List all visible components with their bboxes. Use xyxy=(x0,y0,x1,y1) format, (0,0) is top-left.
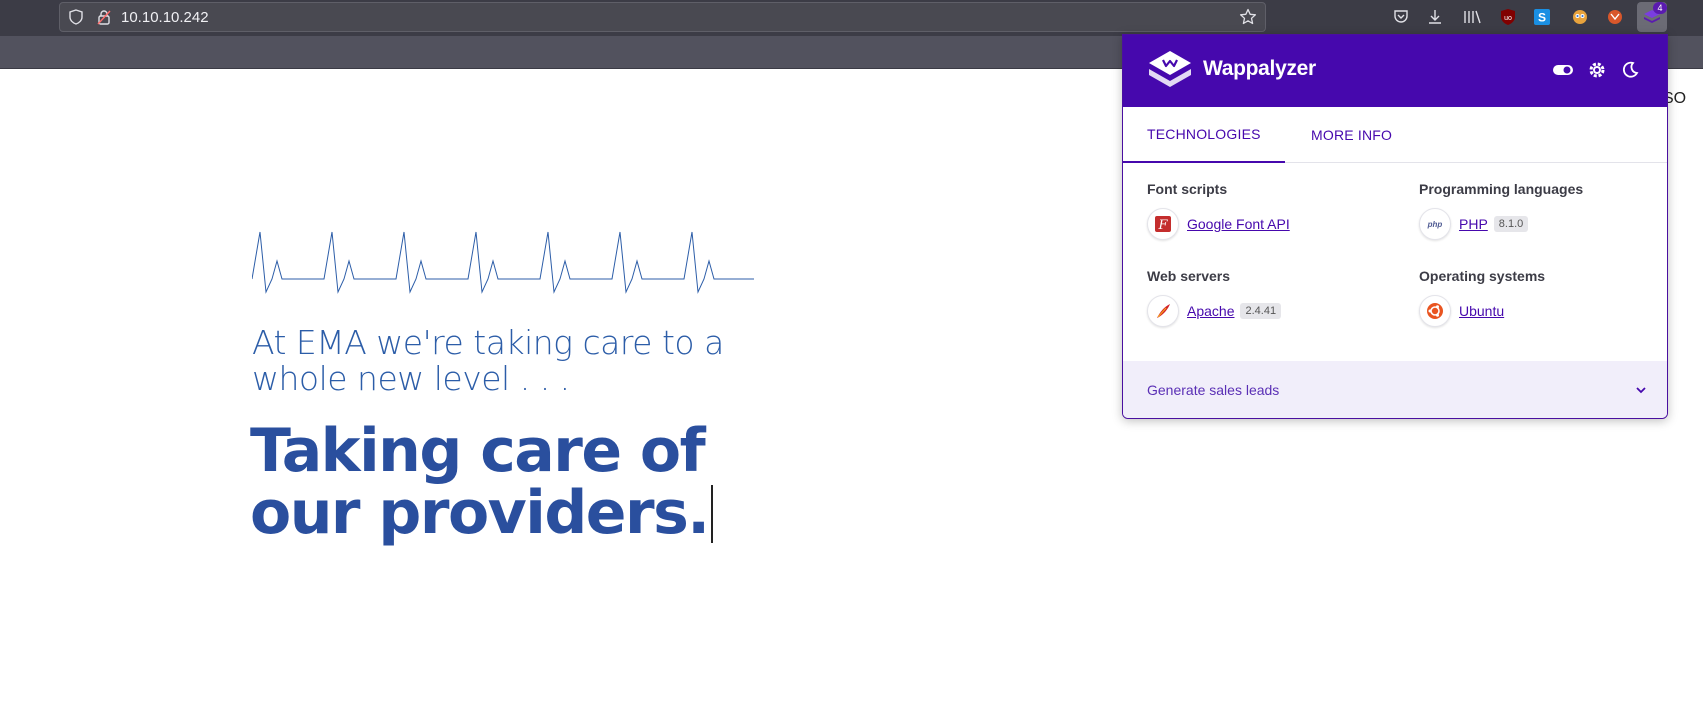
pocket-icon[interactable] xyxy=(1391,7,1411,27)
dark-mode-moon-icon[interactable] xyxy=(1619,59,1641,81)
headline-line-2-text: our providers. xyxy=(250,478,710,548)
category-title: Font scripts xyxy=(1147,181,1228,197)
ublock-origin-icon[interactable]: uo xyxy=(1498,7,1518,27)
svg-text:S: S xyxy=(1538,11,1546,25)
headline-line-1: Taking care of xyxy=(250,416,706,486)
user-agent-switcher-icon[interactable] xyxy=(1570,7,1590,27)
tagline: At EMA we're taking care to a whole new … xyxy=(252,323,724,398)
s-extension-icon[interactable]: S xyxy=(1532,7,1552,27)
svg-text:php: php xyxy=(1427,220,1443,229)
category-operating-systems: Operating systems Ubuntu xyxy=(1419,268,1667,327)
technology-item[interactable]: Ubuntu xyxy=(1419,295,1667,327)
typing-caret xyxy=(710,485,713,543)
technology-item[interactable]: F Google Font API xyxy=(1147,208,1397,240)
extension-badge: 4 xyxy=(1653,2,1667,14)
headline-line-2: our providers. xyxy=(250,482,770,544)
apache-feather-icon xyxy=(1147,295,1179,327)
technology-link[interactable]: PHP xyxy=(1459,216,1488,232)
category-web-servers: Web servers Apache 2.4.41 xyxy=(1147,268,1397,327)
svg-text:F: F xyxy=(1157,218,1168,233)
php-icon: php xyxy=(1419,208,1451,240)
category-programming-languages: Programming languages php PHP 8.1.0 xyxy=(1419,181,1667,240)
technology-item[interactable]: Apache 2.4.41 xyxy=(1147,295,1397,327)
technology-item[interactable]: php PHP 8.1.0 xyxy=(1419,208,1667,240)
sales-leads-label[interactable]: Generate sales leads xyxy=(1147,382,1279,398)
technology-link[interactable]: Apache xyxy=(1187,303,1234,319)
insecure-lock-icon[interactable] xyxy=(96,9,112,25)
url-bar[interactable]: 10.10.10.242 xyxy=(59,2,1266,32)
toggle-switch-icon[interactable] xyxy=(1552,59,1574,81)
wappalyzer-popup: Wappalyzer TECHNOLOGIES MORE INFO Font s… xyxy=(1122,34,1668,419)
library-icon[interactable] xyxy=(1462,7,1482,27)
tab-more-info[interactable]: MORE INFO xyxy=(1287,107,1416,163)
category-title: Programming languages xyxy=(1419,181,1584,197)
category-title: Operating systems xyxy=(1419,268,1546,284)
svg-text:uo: uo xyxy=(1504,15,1512,22)
technology-link[interactable]: Ubuntu xyxy=(1459,303,1504,319)
headline: Taking care of our providers. xyxy=(250,420,770,544)
downloads-icon[interactable] xyxy=(1425,7,1445,27)
popup-title: Wappalyzer xyxy=(1203,57,1316,80)
technology-link[interactable]: Google Font API xyxy=(1187,216,1290,232)
sales-leads-footer[interactable]: Generate sales leads xyxy=(1123,361,1667,418)
foxyproxy-icon[interactable] xyxy=(1605,7,1625,27)
wappalyzer-logo-icon xyxy=(1149,51,1191,87)
category-title: Web servers xyxy=(1147,268,1231,284)
bookmark-star-icon[interactable] xyxy=(1239,8,1257,26)
popup-tabs: TECHNOLOGIES MORE INFO xyxy=(1123,107,1667,163)
version-badge: 8.1.0 xyxy=(1493,216,1529,232)
version-badge: 2.4.41 xyxy=(1240,303,1282,319)
settings-gear-icon[interactable] xyxy=(1586,59,1608,81)
heartbeat-line-graphic xyxy=(252,231,754,294)
category-font-scripts: Font scripts F Google Font API xyxy=(1147,181,1397,240)
tracking-protection-shield-icon[interactable] xyxy=(68,9,84,25)
ubuntu-icon xyxy=(1419,295,1451,327)
url-text[interactable]: 10.10.10.242 xyxy=(121,9,209,26)
popup-header: Wappalyzer xyxy=(1123,35,1667,107)
tab-technologies[interactable]: TECHNOLOGIES xyxy=(1123,107,1285,163)
chevron-down-icon[interactable] xyxy=(1633,382,1649,398)
google-font-api-icon: F xyxy=(1147,208,1179,240)
